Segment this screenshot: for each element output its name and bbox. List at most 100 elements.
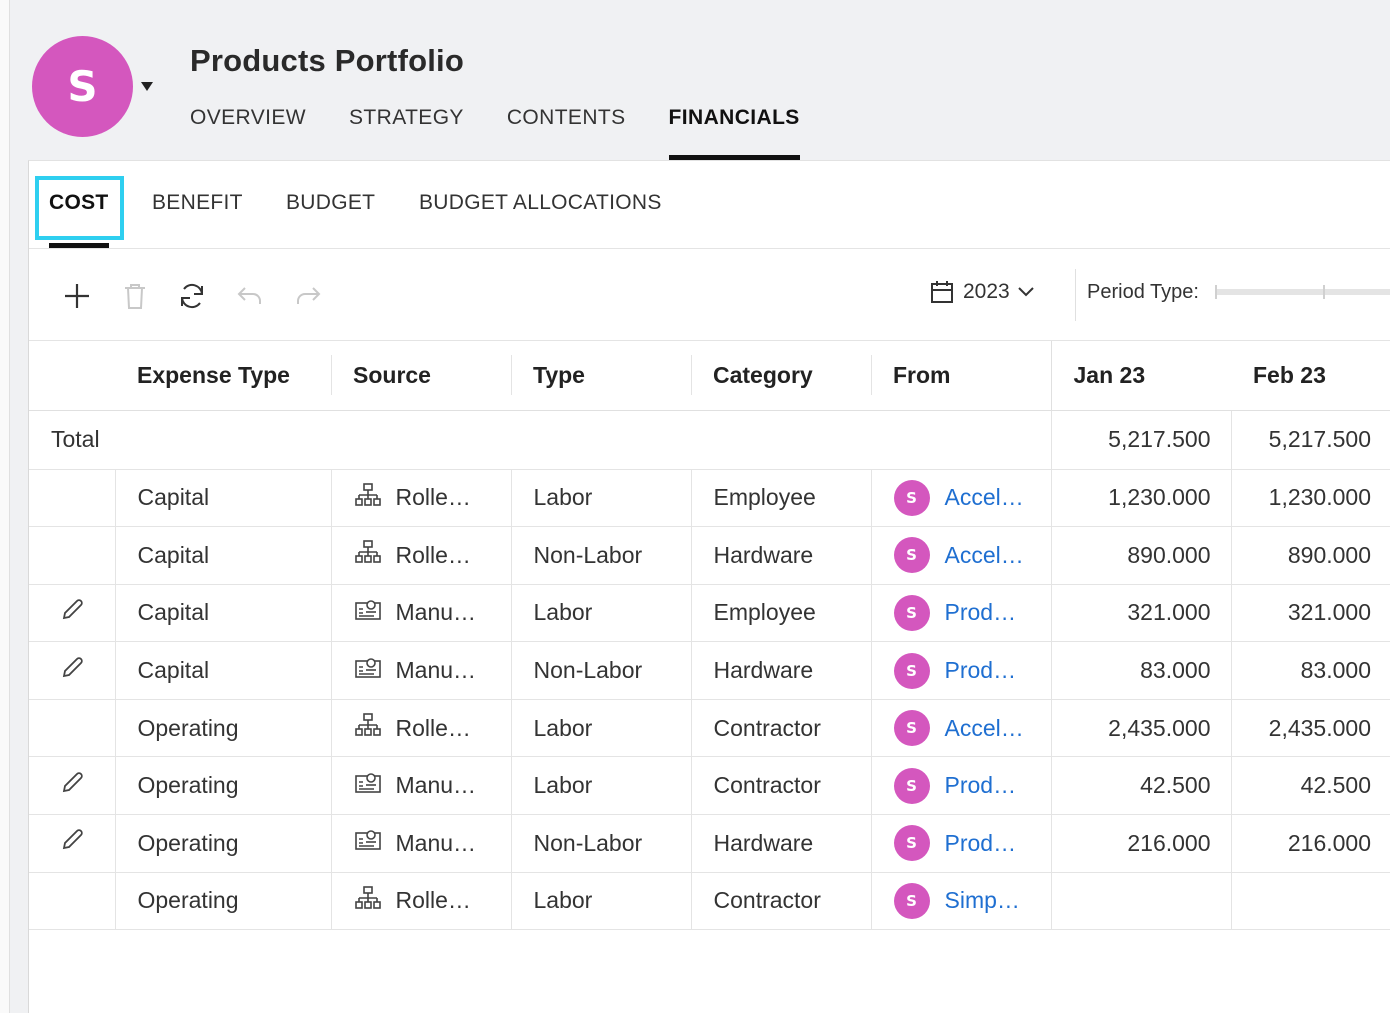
jan-value-cell[interactable]: 42.500	[1050, 756, 1231, 816]
left-edge	[0, 0, 10, 1013]
column-header-jan[interactable]: Jan 23	[1050, 341, 1231, 411]
jan-value-cell[interactable]: 1,230.000	[1050, 469, 1231, 528]
portfolio-avatar-menu[interactable]: S	[32, 36, 153, 137]
table-row[interactable]: Operating Manu… Non-Labor Hardware S Prod… 216…	[29, 814, 1390, 873]
source-cell: Rolle…	[330, 872, 511, 931]
type-cell: Labor	[510, 699, 691, 758]
avatar: S	[893, 767, 930, 804]
table-row[interactable]: Capital Manu… Labor Employee S Prod… 321.000 32…	[29, 584, 1390, 643]
feb-value-cell[interactable]: 83.000	[1230, 641, 1390, 700]
tab-budget[interactable]: BUDGET	[286, 191, 375, 215]
table-row[interactable]: Capital Manu… Non-Labor Hardware S Prod… 83.00…	[29, 641, 1390, 700]
tab-cost[interactable]: COST	[49, 191, 109, 215]
pencil-icon[interactable]	[58, 772, 86, 802]
table-header-row: Expense Type Source Type Category From J…	[29, 341, 1390, 411]
from-link[interactable]: Accel…	[945, 484, 1024, 511]
jan-value-cell[interactable]: 2,435.000	[1050, 699, 1231, 758]
table-row[interactable]: Capital Rolle… Labor Employee S Accel… 1,230.0…	[29, 469, 1390, 528]
feb-value-cell[interactable]: 1,230.000	[1230, 469, 1390, 528]
from-link[interactable]: Prod…	[945, 599, 1017, 626]
tab-overview[interactable]: OVERVIEW	[190, 104, 306, 160]
source-cell: Rolle…	[330, 699, 511, 758]
table-row[interactable]: Operating Manu… Labor Contractor S Prod… 42.50…	[29, 756, 1390, 816]
tab-financials[interactable]: FINANCIALS	[668, 104, 800, 160]
from-link[interactable]: Prod…	[945, 772, 1017, 799]
category-cell: Contractor	[690, 872, 871, 931]
tab-strategy[interactable]: STRATEGY	[349, 104, 464, 160]
from-cell: S Prod…	[870, 641, 1051, 700]
feb-value-cell[interactable]: 216.000	[1230, 814, 1390, 873]
from-cell: S Prod…	[870, 756, 1051, 816]
expense-type-cell: Capital	[114, 584, 331, 643]
manual-entry-icon	[354, 770, 382, 802]
edit-cell[interactable]	[29, 584, 115, 643]
main-tabs: OVERVIEW STRATEGY CONTENTS FINANCIALS	[190, 104, 843, 160]
toolbar-divider	[1075, 269, 1076, 321]
tab-budget-allocations[interactable]: BUDGET ALLOCATIONS	[419, 191, 662, 215]
add-icon[interactable]	[60, 279, 94, 313]
total-feb: 5,217.500	[1230, 410, 1390, 470]
source-label: Rolle…	[395, 541, 471, 568]
jan-value-cell[interactable]: 216.000	[1050, 814, 1231, 873]
total-row: Total 5,217.500 5,217.500	[29, 410, 1390, 470]
feb-value-cell[interactable]: 42.500	[1230, 756, 1390, 816]
tab-benefit[interactable]: BENEFIT	[152, 191, 243, 215]
feb-value-cell[interactable]	[1230, 872, 1390, 931]
cost-table: Expense Type Source Type Category From J…	[29, 341, 1390, 931]
rollup-icon	[354, 885, 382, 917]
feb-value-cell[interactable]: 890.000	[1230, 526, 1390, 585]
undo-icon[interactable]	[233, 279, 267, 313]
pencil-icon[interactable]	[58, 829, 86, 859]
jan-value-cell[interactable]: 83.000	[1050, 641, 1231, 700]
column-header-source[interactable]: Source	[331, 341, 511, 411]
from-cell: S Prod…	[870, 814, 1051, 873]
portfolio-header: S Products Portfolio OVERVIEW STRATEGY C…	[10, 0, 1390, 160]
expense-type-cell: Operating	[114, 814, 331, 873]
source-cell: Manu…	[330, 756, 511, 816]
period-type-slider[interactable]	[1215, 285, 1390, 299]
column-header-expense-type[interactable]: Expense Type	[115, 341, 331, 411]
year-picker[interactable]: 2023	[929, 279, 1044, 305]
from-cell: S Prod…	[870, 584, 1051, 643]
column-header-category[interactable]: Category	[691, 341, 871, 411]
tab-contents[interactable]: CONTENTS	[507, 104, 626, 160]
refresh-icon[interactable]	[175, 279, 209, 313]
pencil-icon[interactable]	[58, 599, 86, 629]
column-header-edit	[29, 341, 115, 411]
avatar: S	[893, 652, 930, 689]
type-cell: Labor	[510, 469, 691, 528]
from-cell: S Accel…	[870, 469, 1051, 528]
jan-value-cell[interactable]: 321.000	[1050, 584, 1231, 643]
table-row[interactable]: Capital Rolle… Non-Labor Hardware S Accel… 890…	[29, 526, 1390, 585]
active-tab-indicator	[49, 243, 109, 248]
category-cell: Contractor	[690, 699, 871, 758]
edit-cell[interactable]	[29, 756, 115, 816]
from-link[interactable]: Prod…	[945, 657, 1017, 684]
category-cell: Employee	[690, 469, 871, 528]
delete-icon[interactable]	[118, 279, 152, 313]
chevron-down-icon	[1018, 287, 1034, 297]
feb-value-cell[interactable]: 321.000	[1230, 584, 1390, 643]
from-link[interactable]: Accel…	[945, 715, 1024, 742]
pencil-icon[interactable]	[58, 656, 86, 687]
edit-cell[interactable]	[29, 641, 115, 700]
column-header-type[interactable]: Type	[511, 341, 691, 411]
expense-type-cell: Operating	[114, 872, 331, 931]
category-cell: Hardware	[690, 814, 871, 873]
rollup-icon	[354, 539, 382, 571]
edit-cell[interactable]	[29, 814, 115, 873]
table-row[interactable]: Operating Rolle… Labor Contractor S Accel… 2,4…	[29, 699, 1390, 758]
jan-value-cell[interactable]	[1050, 872, 1231, 931]
feb-value-cell[interactable]: 2,435.000	[1230, 699, 1390, 758]
type-cell: Non-Labor	[510, 526, 691, 585]
from-link[interactable]: Accel…	[945, 542, 1024, 569]
table-row[interactable]: Operating Rolle… Labor Contractor S Simp…	[29, 872, 1390, 931]
from-link[interactable]: Simp…	[945, 887, 1020, 914]
from-link[interactable]: Prod…	[945, 830, 1017, 857]
redo-icon[interactable]	[291, 279, 325, 313]
jan-value-cell[interactable]: 890.000	[1050, 526, 1231, 585]
expense-type-cell: Capital	[114, 641, 331, 700]
source-label: Rolle…	[395, 484, 471, 511]
column-header-from[interactable]: From	[871, 341, 1051, 411]
column-header-feb[interactable]: Feb 23	[1231, 341, 1390, 411]
